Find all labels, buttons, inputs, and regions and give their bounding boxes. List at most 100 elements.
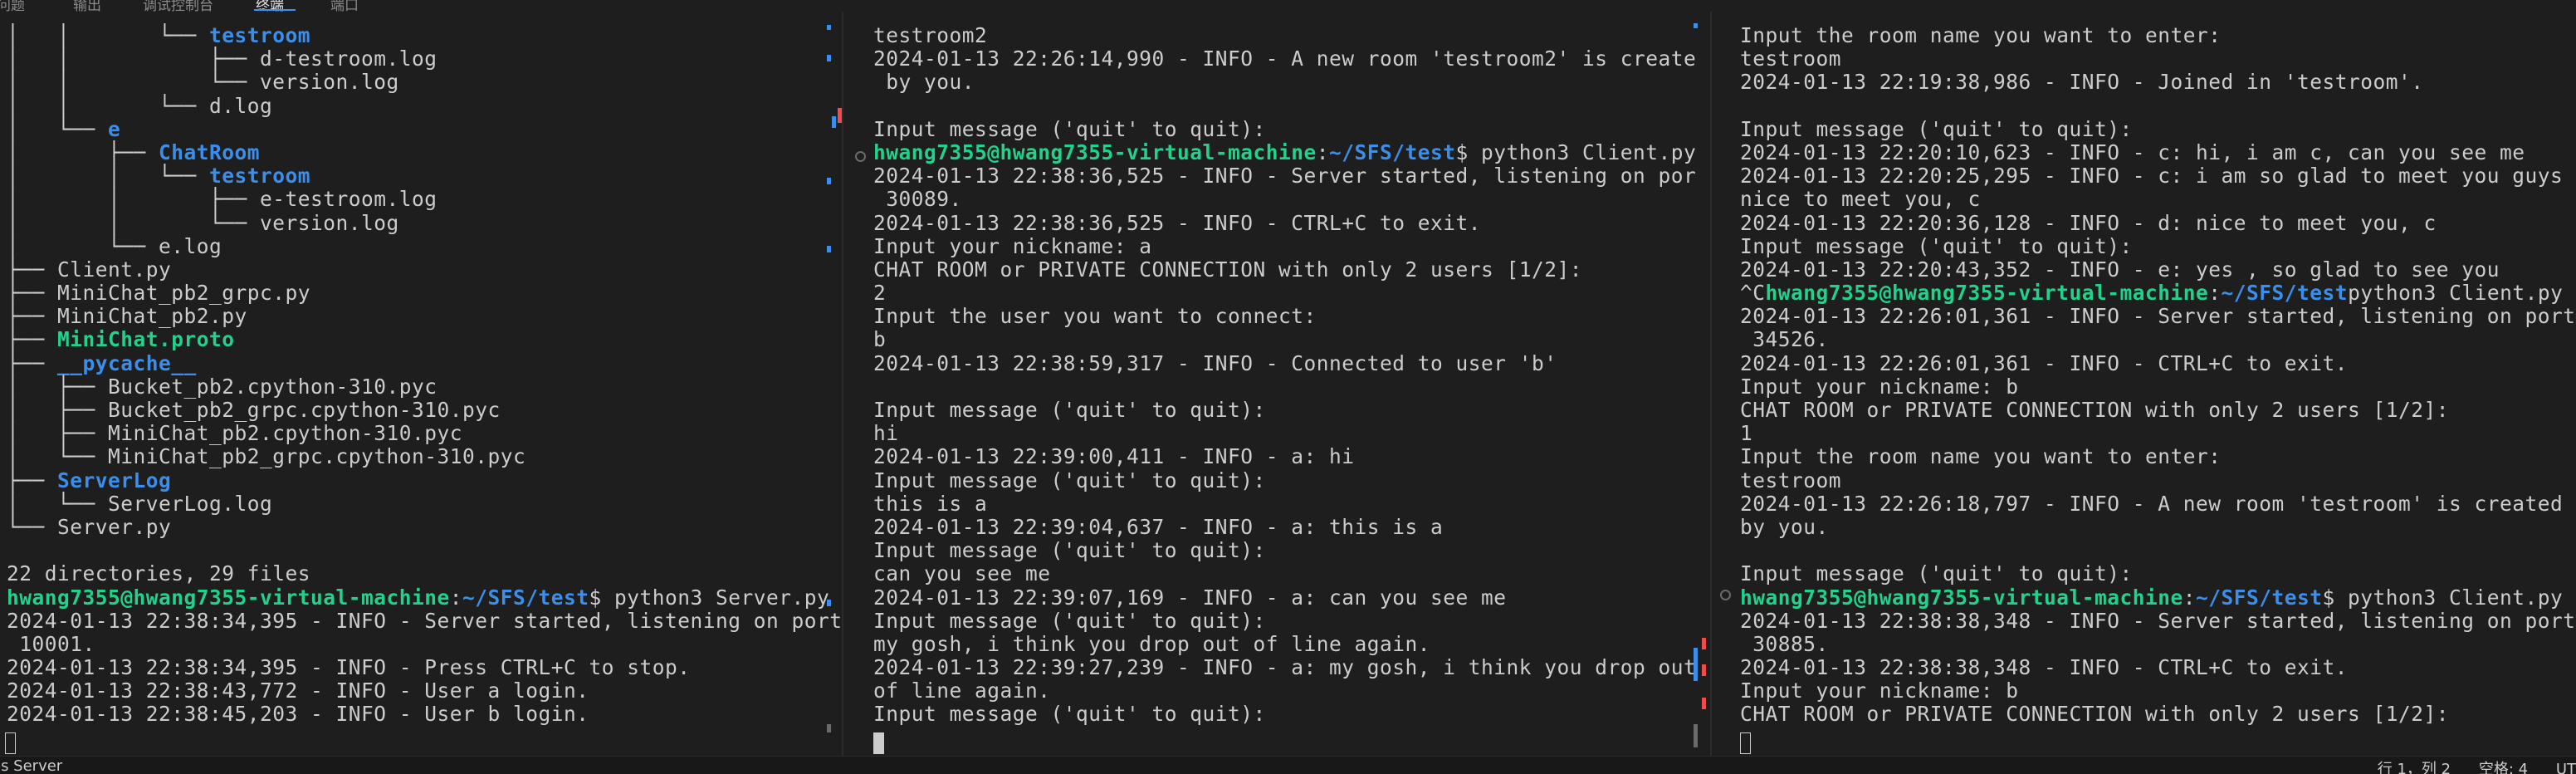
terminal-line: Input message ('quit' to quit): <box>873 608 1695 633</box>
terminal-line: Input message ('quit' to quit): <box>873 468 1695 492</box>
terminal-text: Input your nickname: b <box>1740 374 2019 399</box>
terminal-text: CHAT ROOM or PRIVATE CONNECTION with onl… <box>873 257 1583 282</box>
terminal-line: by you. <box>1740 515 2576 539</box>
terminal-text: e <box>108 116 121 141</box>
pane-divider[interactable] <box>842 12 843 756</box>
terminal-line: 2024-01-13 22:39:27,239 - INFO - a: my g… <box>873 655 1695 680</box>
scroll-marker <box>1694 648 1698 681</box>
terminal-text: Input message ('quit' to quit): <box>873 468 1266 492</box>
status-indentation[interactable]: 空格: 4 <box>2479 761 2528 774</box>
terminal-text: 2024-01-13 22:38:38,348 - INFO - CTRL+C … <box>1740 655 2349 680</box>
terminal-pane-client-b[interactable]: Input the room name you want to enter: te… <box>1713 12 2576 756</box>
tab-ports[interactable]: 端口 <box>330 0 359 12</box>
scroll-marker-error <box>1702 698 1706 709</box>
terminal-text: 2024-01-13 22:38:36,525 - INFO - Server … <box>873 164 1695 189</box>
pane-divider[interactable] <box>1710 12 1712 756</box>
terminal-pane-client-a[interactable]: testroom2 2024-01-13 22:26:14,990 - INFO … <box>845 12 1695 756</box>
terminal-line: 2024-01-13 22:20:10,623 - INFO - c: hi, … <box>1740 140 2576 164</box>
terminal-text: │ ├── MiniChat_pb2.cpython-310.pyc <box>7 421 463 446</box>
tab-debug-console[interactable]: 调试控制台 <box>143 0 213 12</box>
terminal-text: testroom <box>1740 47 1842 71</box>
status-bar: es Server 行 1，列 2 空格: 4 UT <box>0 756 2576 774</box>
scroll-marker <box>827 724 831 732</box>
terminal-text: Input message ('quit' to quit): <box>873 608 1266 633</box>
terminal-line: of line again. <box>873 679 1695 703</box>
terminal-line: 30885. <box>1740 632 2576 656</box>
terminal-text: 2 <box>873 281 887 306</box>
terminal-line: CHAT ROOM or PRIVATE CONNECTION with onl… <box>1740 703 2576 726</box>
terminal-line: 2024-01-13 22:38:38,348 - INFO - Server … <box>1740 608 2576 633</box>
terminal-text: │ │ ├── e-testroom.log <box>7 187 437 212</box>
terminal-line: │ │ └── testroom <box>7 23 840 47</box>
terminal-line: 2024-01-13 22:38:34,395 - INFO - Server … <box>7 609 840 633</box>
terminal-cursor <box>5 732 16 754</box>
terminal-line: │ │ └── version.log <box>7 71 840 94</box>
terminal-output: Input the room name you want to enter: te… <box>1740 23 2576 727</box>
terminal-line: Input message ('quit' to quit): <box>873 539 1695 562</box>
terminal-text: │ │ ├── d-testroom.log <box>7 47 437 71</box>
status-cursor-position[interactable]: 行 1，列 2 <box>2378 761 2451 774</box>
terminal-text: hwang7355@hwang7355-virtual-machine <box>873 140 1317 164</box>
terminal-line: 2024-01-13 22:38:36,525 - INFO - Server … <box>873 164 1695 188</box>
terminal-text: ├── MiniChat_pb2_grpc.py <box>7 281 311 306</box>
terminal-text: Input the room name you want to enter: <box>1740 23 2222 47</box>
terminal-line: 2024-01-13 22:38:36,525 - INFO - CTRL+C … <box>873 210 1695 235</box>
terminal-text: └── Server.py <box>7 514 172 539</box>
terminal-line: │ └── ServerLog.log <box>7 492 840 516</box>
terminal-line: 10001. <box>7 632 840 656</box>
terminal-text: │ ├── Bucket_pb2.cpython-310.pyc <box>7 374 437 399</box>
terminal-pane-server[interactable]: │ │ └── testroom │ │ ├── d-testroom.log │ … <box>0 12 840 756</box>
terminal-text: Input the room name you want to enter: <box>1740 444 2222 469</box>
terminal-line: │ ├── Bucket_pb2.cpython-310.pyc <box>7 375 840 399</box>
terminal-text: 2024-01-13 22:20:25,295 - INFO - c: i am… <box>1740 164 2564 189</box>
status-encoding[interactable]: UT <box>2556 761 2576 774</box>
scroll-marker-error <box>1702 638 1706 649</box>
tab-output[interactable]: 输出 <box>73 0 101 12</box>
terminal-line: 2024-01-13 22:39:07,169 - INFO - a: can … <box>873 585 1695 610</box>
terminal-text: Input message ('quit' to quit): <box>873 398 1266 422</box>
command-decoration-icon[interactable] <box>855 151 866 162</box>
terminal-line: └── Server.py <box>7 514 840 539</box>
tab-problems[interactable]: 问题 <box>0 0 25 12</box>
terminal-text: testroom <box>209 23 311 47</box>
terminal-line: │ ├── MiniChat_pb2.cpython-310.pyc <box>7 422 840 445</box>
terminal-line: │ │ └── d.log <box>7 94 840 118</box>
terminal-text: CHAT ROOM or PRIVATE CONNECTION with onl… <box>1740 702 2450 727</box>
terminal-text: ~/SFS/test <box>2221 281 2349 306</box>
terminal-line: 2024-01-13 22:26:18,797 - INFO - A new r… <box>1740 492 2576 516</box>
terminal-line: this is a <box>873 492 1695 516</box>
terminal-line: 2024-01-13 22:38:34,395 - INFO - Press C… <box>7 655 840 679</box>
terminal-line: Input the user you want to connect: <box>873 305 1695 328</box>
terminal-text: │ ├── <box>7 140 159 164</box>
terminal-text: hwang7355@hwang7355-virtual-machine <box>1765 281 2209 306</box>
terminal-text: 2024-01-13 22:39:27,239 - INFO - a: my g… <box>873 655 1695 680</box>
terminal-text: nice to meet you, c <box>1740 187 1981 212</box>
terminal-line: 2024-01-13 22:38:38,348 - INFO - CTRL+C … <box>1740 655 2576 680</box>
terminal-text: my gosh, i think you drop out of line ag… <box>873 631 1431 656</box>
terminal-text: 2024-01-13 22:39:07,169 - INFO - a: can … <box>873 585 1507 610</box>
terminal-line: can you see me <box>873 562 1695 585</box>
terminal-line: 2024-01-13 22:20:43,352 - INFO - e: yes … <box>1740 257 2576 282</box>
terminal-text: 2024-01-13 22:38:38,348 - INFO - Server … <box>1740 608 2576 633</box>
terminal-cursor <box>873 732 884 754</box>
terminal-text: ├── <box>7 327 58 352</box>
terminal-line: nice to meet you, c <box>1740 188 2576 211</box>
command-decoration-icon[interactable] <box>1720 590 1731 600</box>
terminal-line: CHAT ROOM or PRIVATE CONNECTION with onl… <box>873 257 1695 282</box>
terminal-text: $ python3 Client.py <box>1455 140 1695 164</box>
terminal-text: python3 Client.py <box>2348 281 2564 306</box>
terminal-text: hwang7355@hwang7355-virtual-machine <box>7 585 450 610</box>
terminal-text: 2024-01-13 22:38:36,525 - INFO - CTRL+C … <box>873 210 1482 235</box>
terminal-text: b <box>873 327 887 352</box>
terminal-text: │ └── ServerLog.log <box>7 491 273 516</box>
status-terminal-name[interactable]: es Server <box>0 757 62 774</box>
terminal-text: 2024-01-13 22:26:01,361 - INFO - CTRL+C … <box>1740 350 2349 375</box>
terminal-line: Input message ('quit' to quit): <box>1740 234 2576 258</box>
terminal-text: 2024-01-13 22:38:43,772 - INFO - User a … <box>7 678 589 703</box>
terminal-text: ~/SFS/test <box>2196 585 2323 610</box>
terminal-line: Input message ('quit' to quit): <box>1740 562 2576 585</box>
